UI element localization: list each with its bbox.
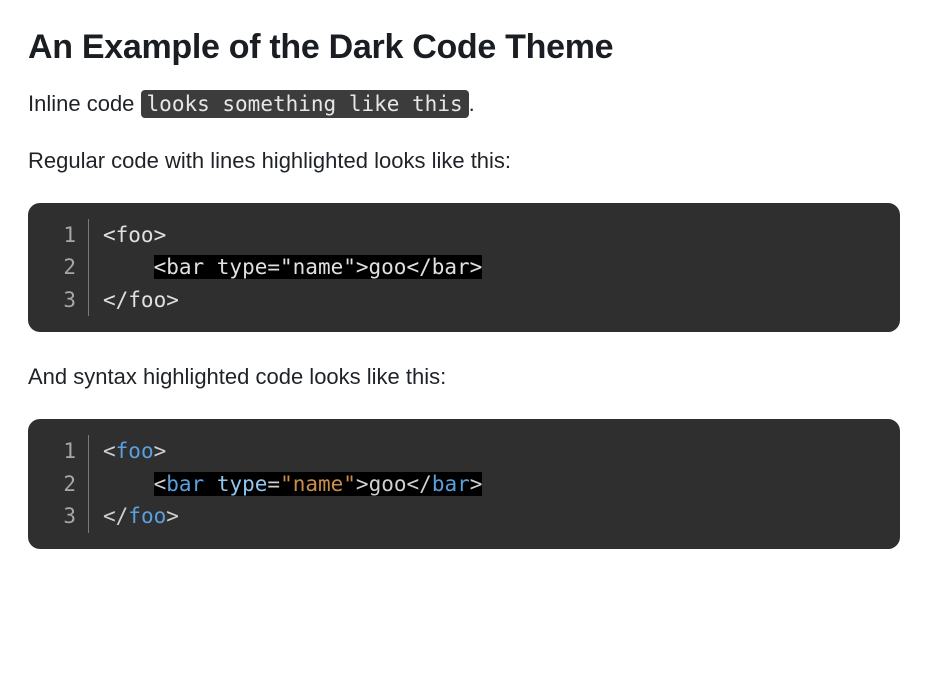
line-number: 1	[50, 435, 89, 468]
token: foo	[128, 504, 166, 528]
line-content: <foo>	[89, 435, 166, 468]
intro-suffix: .	[469, 91, 475, 116]
highlighted-span: <bar type="name">goo</bar>	[154, 255, 483, 279]
line-content: <bar type="name">goo</bar>	[89, 251, 482, 284]
code-line: 1<foo>	[50, 219, 878, 252]
code-line: 2 <bar type="name">goo</bar>	[50, 468, 878, 501]
token: >	[470, 472, 483, 496]
token: "name"	[280, 472, 356, 496]
line-content: </foo>	[89, 500, 179, 533]
line-number: 1	[50, 219, 89, 252]
token: foo	[116, 439, 154, 463]
code-line: 3</foo>	[50, 284, 878, 317]
inline-code-sample: looks something like this	[141, 90, 469, 118]
line-content: <foo>	[89, 219, 166, 252]
token: >	[154, 439, 167, 463]
line-number: 2	[50, 468, 89, 501]
paragraph-1: Regular code with lines highlighted look…	[28, 146, 900, 177]
line-content: <bar type="name">goo</bar>	[89, 468, 482, 501]
token: =	[267, 472, 280, 496]
line-number: 3	[50, 284, 89, 317]
token: type	[217, 472, 268, 496]
highlighted-span: <bar type="name">goo</bar>	[154, 472, 483, 496]
paragraph-2: And syntax highlighted code looks like t…	[28, 362, 900, 393]
code-block-plain-highlighted: 1<foo>2 <bar type="name">goo</bar>3</foo…	[28, 203, 900, 333]
token: goo	[369, 472, 407, 496]
token: bar	[166, 472, 204, 496]
code-block-syntax-highlighted: 1<foo>2 <bar type="name">goo</bar>3</foo…	[28, 419, 900, 549]
page-heading: An Example of the Dark Code Theme	[28, 28, 900, 67]
code-line: 3</foo>	[50, 500, 878, 533]
token: </	[407, 472, 432, 496]
token: >	[356, 472, 369, 496]
line-number: 3	[50, 500, 89, 533]
token: bar	[432, 472, 470, 496]
token: <	[154, 472, 167, 496]
code-line: 2 <bar type="name">goo</bar>	[50, 251, 878, 284]
code-line: 1<foo>	[50, 435, 878, 468]
intro-prefix: Inline code	[28, 91, 141, 116]
line-content: </foo>	[89, 284, 179, 317]
token: </	[103, 504, 128, 528]
token	[204, 472, 217, 496]
token: <	[103, 439, 116, 463]
line-number: 2	[50, 251, 89, 284]
token: >	[166, 504, 179, 528]
intro-paragraph: Inline code looks something like this.	[28, 89, 900, 120]
